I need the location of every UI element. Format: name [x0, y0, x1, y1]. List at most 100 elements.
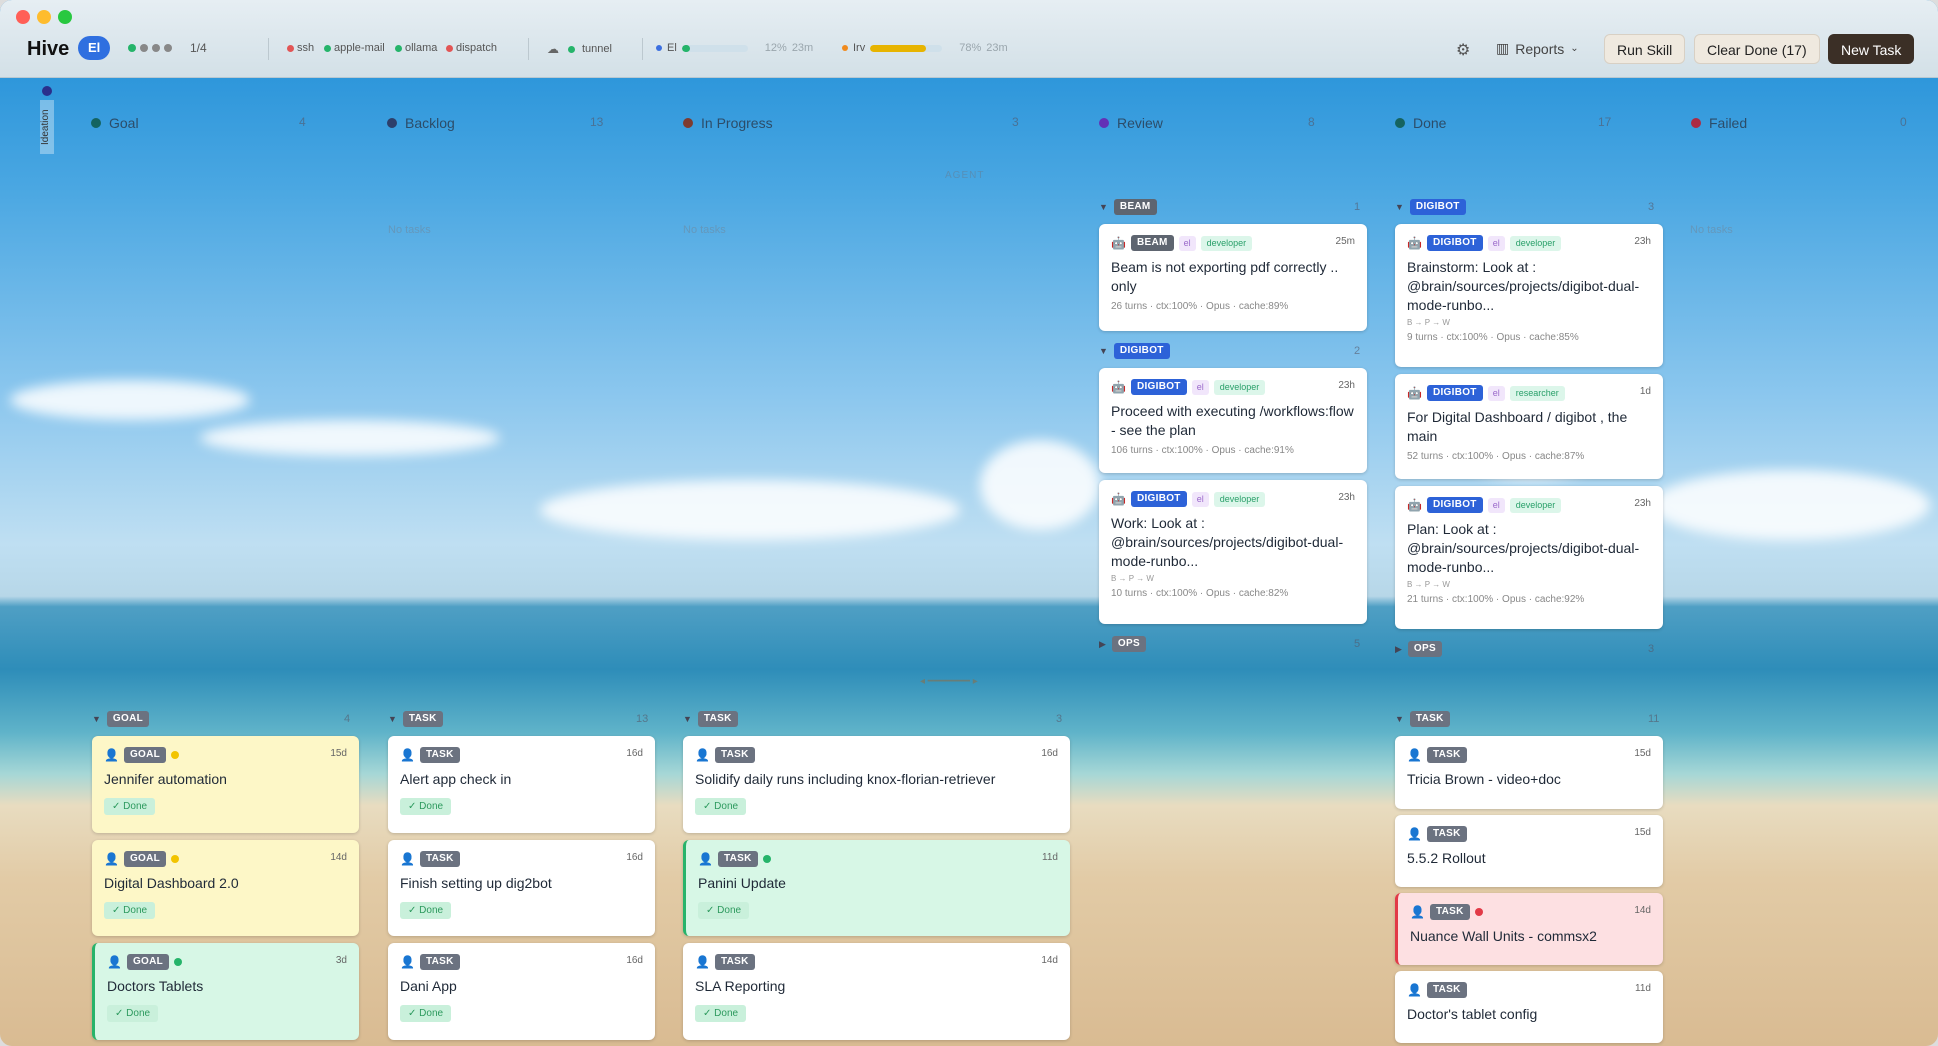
card-age: 11d [1042, 852, 1058, 863]
card-age: 14d [330, 852, 347, 863]
user-icon: 👤 [695, 955, 710, 969]
group-header-task[interactable]: ▼ TASK [683, 711, 738, 727]
robot-icon: 🤖 [1407, 386, 1422, 400]
task-card[interactable]: 👤 TASK 16d Alert app check in ✓ Done [388, 736, 655, 833]
collapse-triangle-icon[interactable]: ▼ [1395, 714, 1404, 724]
group-tag: OPS [1111, 636, 1146, 652]
task-card[interactable]: 👤 TASK 11d Doctor's tablet config [1395, 971, 1663, 1043]
collapse-triangle-icon[interactable]: ▼ [1099, 202, 1108, 212]
lane-resize-handle[interactable]: ◂ ━━━━━━━ ▸ [920, 676, 978, 687]
task-card[interactable]: 👤 TASK 16d Finish setting up dig2bot ✓ Do… [388, 840, 655, 936]
zoom-window-button[interactable] [58, 10, 72, 24]
card-age: 15d [330, 748, 347, 759]
ideation-rail-dot[interactable] [42, 86, 52, 96]
task-card[interactable]: 🤖 DIGIBOT el developer 23h Work: Look at : … [1099, 480, 1367, 624]
card-title: SLA Reporting [695, 978, 786, 994]
task-card[interactable]: 🤖 DIGIBOT el developer 23h Brainstorm: Look… [1395, 224, 1663, 367]
group-header-task[interactable]: ▼ TASK [388, 711, 443, 727]
column-count: 0 [1900, 115, 1907, 129]
close-window-button[interactable] [16, 10, 30, 24]
new-task-button[interactable]: New Task [1828, 34, 1915, 64]
usage-percent: 12% [764, 42, 787, 54]
collapse-triangle-icon[interactable]: ▼ [1099, 346, 1108, 356]
expand-triangle-icon[interactable]: ▶ [1395, 644, 1402, 655]
run-skill-button[interactable]: Run Skill [1604, 34, 1686, 64]
usage-bar [681, 44, 748, 52]
group-header-beam[interactable]: ▼ BEAM [1099, 199, 1157, 215]
goal-card[interactable]: 👤 GOAL 14d Digital Dashboard 2.0 ✓ Done [92, 840, 359, 936]
task-card[interactable]: 🤖 DIGIBOT el developer 23h Proceed with exe… [1099, 368, 1367, 473]
column-header-failed[interactable]: Failed [1691, 115, 1747, 131]
goal-card[interactable]: 👤 GOAL 3d Doctors Tablets ✓ Done [92, 943, 359, 1040]
task-card[interactable]: 👤 TASK 11d Panini Update ✓ Done [683, 840, 1070, 936]
status-dot [91, 118, 101, 128]
group-header-ops[interactable]: ▶ OPS [1099, 636, 1146, 652]
page-dot[interactable] [140, 44, 148, 52]
column-header-in-progress[interactable]: In Progress [683, 115, 773, 131]
group-header-ops[interactable]: ▶ OPS [1395, 641, 1442, 657]
group-tag: DIGIBOT [1113, 343, 1170, 359]
top-bar: Hive El 1/4 ssh apple-mail ollama dispat… [0, 0, 1938, 78]
page-dot-active[interactable] [128, 44, 136, 52]
collapse-triangle-icon[interactable]: ▼ [388, 714, 397, 724]
page-dot[interactable] [152, 44, 160, 52]
task-card[interactable]: 👤 TASK 15d Tricia Brown - video+doc [1395, 736, 1663, 809]
reports-dropdown[interactable]: ▥ Reports ⌄ [1496, 40, 1579, 57]
column-header-goal[interactable]: Goal [91, 115, 139, 131]
column-count: 4 [299, 115, 306, 129]
status-dot [656, 45, 662, 51]
task-card[interactable]: 🤖 DIGIBOT el developer 23h Plan: Look at : … [1395, 486, 1663, 629]
task-card[interactable]: 👤 TASK 16d Dani App ✓ Done [388, 943, 655, 1040]
type-tag: TASK [717, 851, 758, 867]
empty-state: No tasks [388, 224, 431, 236]
owner-chip: el [1191, 491, 1209, 507]
card-title: Doctor's tablet config [1407, 1006, 1538, 1022]
user-icon: 👤 [400, 748, 415, 762]
card-age: 25m [1335, 236, 1355, 247]
divider [642, 38, 643, 60]
task-card[interactable]: 👤 TASK 14d SLA Reporting ✓ Done [683, 943, 1070, 1040]
expand-triangle-icon[interactable]: ▶ [1099, 639, 1106, 650]
page-dot[interactable] [164, 44, 172, 52]
group-header-goal[interactable]: ▼ GOAL [92, 711, 150, 727]
group-header-digibot[interactable]: ▼ DIGIBOT [1395, 199, 1466, 215]
role-chip: developer [1200, 235, 1253, 251]
column-label: Done [1413, 115, 1447, 131]
column-header-backlog[interactable]: Backlog [387, 115, 455, 131]
card-age: 16d [626, 852, 643, 863]
ideation-rail-label[interactable]: Ideation [40, 100, 54, 154]
card-age: 16d [626, 748, 643, 759]
card-age: 1d [1639, 386, 1651, 397]
background-cloud [200, 420, 500, 456]
clear-done-button[interactable]: Clear Done (17) [1694, 34, 1820, 64]
status-dot [171, 751, 180, 759]
collapse-triangle-icon[interactable]: ▼ [92, 714, 101, 724]
settings-gear-icon[interactable]: ⚙ [1456, 40, 1470, 60]
task-card[interactable]: 👤 TASK 15d 5.5.2 Rollout [1395, 815, 1663, 887]
minimize-window-button[interactable] [37, 10, 51, 24]
service-status-ollama: ollama [395, 42, 437, 54]
group-header-task[interactable]: ▼ TASK [1395, 711, 1450, 727]
status-dot [1099, 118, 1109, 128]
column-header-done[interactable]: Done [1395, 115, 1446, 131]
background-cloud [980, 440, 1100, 530]
owner-chip: el [1487, 235, 1505, 251]
task-card[interactable]: 👤 TASK 14d Nuance Wall Units - commsx2 [1395, 893, 1663, 965]
card-age: 16d [626, 955, 643, 966]
column-header-review[interactable]: Review [1099, 115, 1163, 131]
task-card[interactable]: 👤 TASK 16d Solidify daily runs including … [683, 736, 1070, 833]
collapse-triangle-icon[interactable]: ▼ [1395, 202, 1404, 212]
card-meta: 9 turns · ctx:100% · Opus · cache:85% [1407, 332, 1579, 343]
collapse-triangle-icon[interactable]: ▼ [683, 714, 692, 724]
service-label: dispatch [456, 42, 497, 54]
column-label: In Progress [701, 115, 773, 131]
user-icon: 👤 [1410, 905, 1425, 919]
task-card[interactable]: 🤖 BEAM el developer 25m Beam is not exporti… [1099, 224, 1367, 331]
card-age: 15d [1634, 827, 1651, 838]
goal-card[interactable]: 👤 GOAL 15d Jennifer automation ✓ Done [92, 736, 359, 833]
group-header-digibot[interactable]: ▼ DIGIBOT [1099, 343, 1170, 359]
task-card[interactable]: 🤖 DIGIBOT el researcher 1d For Digital Dash… [1395, 374, 1663, 479]
user-badge[interactable]: El [78, 36, 111, 60]
card-title: Beam is not exporting pdf correctly .. o… [1111, 259, 1339, 294]
page-dots[interactable] [128, 44, 172, 52]
